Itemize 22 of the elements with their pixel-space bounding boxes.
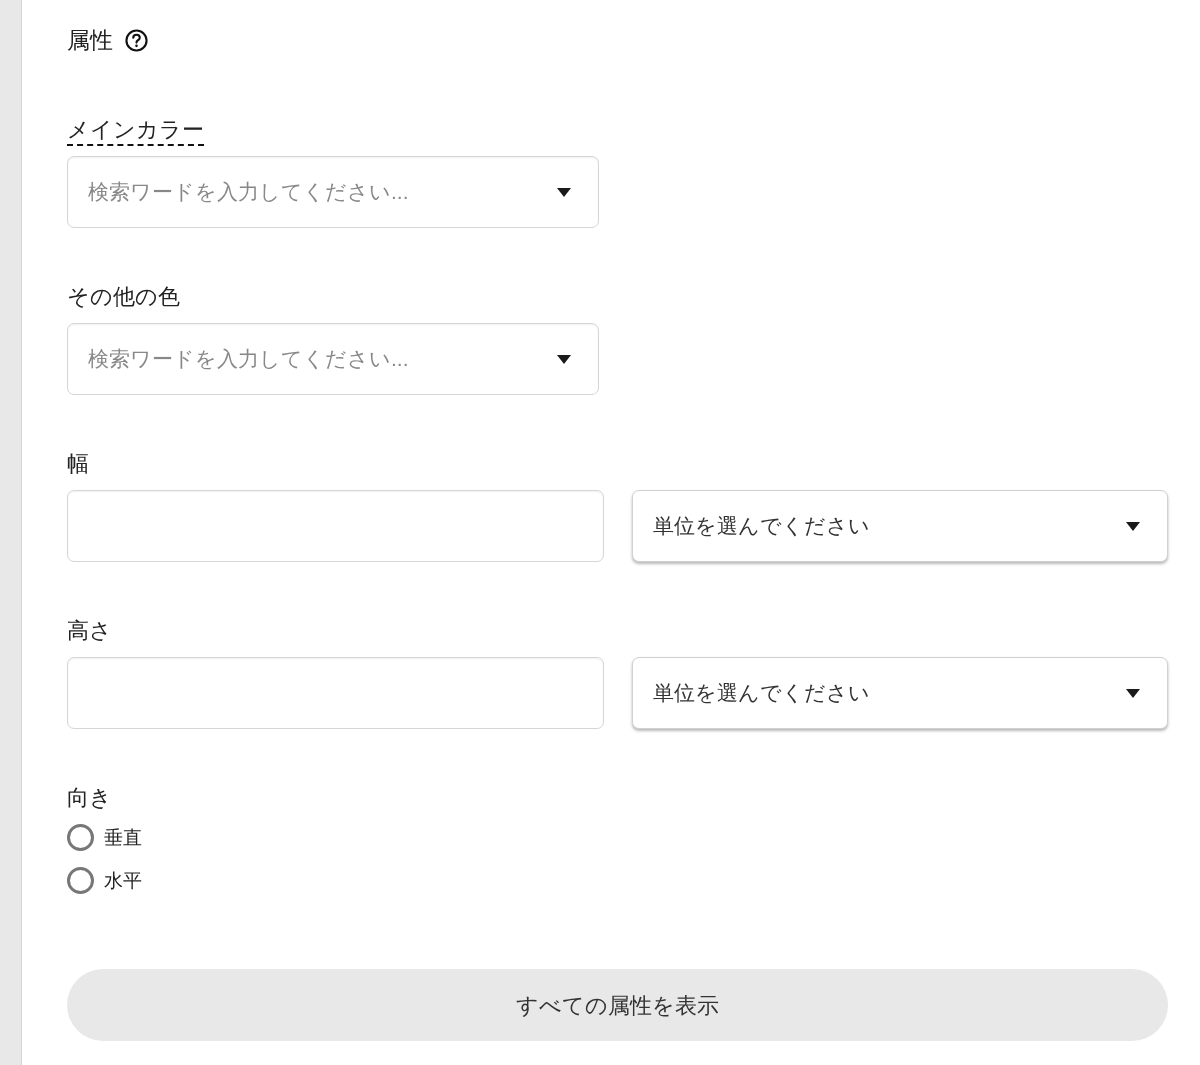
caret-icon	[1126, 688, 1140, 698]
unit-select[interactable]: 単位を選んでください	[631, 657, 1168, 729]
radio-button[interactable]	[67, 824, 94, 851]
field-label: 高さ	[67, 617, 112, 645]
option-label: 垂直	[104, 825, 142, 850]
input-field[interactable]	[67, 490, 604, 562]
section-title: 属性	[67, 26, 113, 54]
field-label: 幅	[67, 450, 89, 478]
search-select-field[interactable]: 検索ワードを入力してください...	[67, 323, 599, 395]
radio-button[interactable]	[67, 867, 94, 894]
field-label: その他の色	[67, 283, 180, 311]
input-field[interactable]	[67, 657, 604, 729]
caret-icon	[557, 355, 571, 364]
field-label: 向き	[67, 784, 112, 812]
field-label: メインカラー	[67, 116, 204, 146]
caret-icon	[1126, 521, 1140, 531]
caret-icon	[557, 188, 571, 197]
unit-select[interactable]: 単位を選んでください	[631, 490, 1168, 562]
help-icon[interactable]	[125, 28, 148, 52]
search-select-field[interactable]: 検索ワードを入力してください...	[67, 156, 599, 228]
show-all-button[interactable]: すべての属性を表示	[67, 969, 1168, 1041]
option-label: 水平	[104, 868, 142, 893]
